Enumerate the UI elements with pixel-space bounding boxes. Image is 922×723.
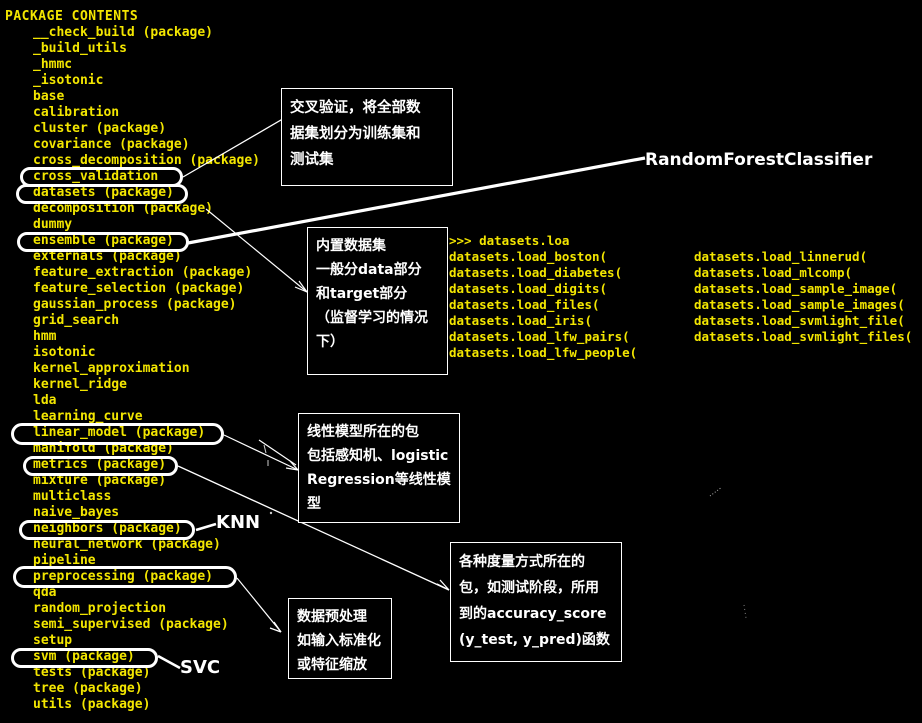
- note-preprocessing: 数据预处理如输入标准化 或特征缩放: [288, 598, 392, 679]
- package-list-item: covariance (package): [33, 137, 190, 152]
- note-line: 型: [307, 496, 321, 512]
- package-list-item: feature_selection (package): [33, 281, 245, 296]
- note-line: 如输入标准化: [297, 633, 381, 649]
- package-list-item: _build_utils: [33, 41, 127, 56]
- note-line: 各种度量方式所在的: [459, 554, 585, 570]
- page-title: PACKAGE CONTENTS: [5, 9, 139, 24]
- console-completion-item: datasets.load_boston(: [449, 249, 608, 264]
- note-line: 据集划分为训练集和: [290, 126, 421, 142]
- screenshot-root: PACKAGE CONTENTS __check_build (package)…: [0, 0, 922, 723]
- console-completions-left: >>> datasets.loa datasets.load_boston(dat…: [449, 233, 637, 361]
- note-datasets: 内置数据集一般分data部分 和target部分 （监督学习的情况 下）: [307, 227, 448, 375]
- package-list-item: isotonic: [33, 345, 96, 360]
- package-list-item: __check_build (package): [33, 25, 214, 40]
- package-list-item: hmm: [33, 329, 57, 344]
- console-completion-item: datasets.load_linnerud(: [694, 249, 868, 264]
- console-completion-item: datasets.load_svmlight_files(: [694, 329, 913, 344]
- package-list-item: base: [33, 89, 65, 104]
- console-completion-item: datasets.load_diabetes(: [449, 265, 623, 280]
- note-line: 和target部分: [316, 286, 408, 302]
- note-metrics: 各种度量方式所在的 包，如测试阶段，所用 到的accuracy_score (y_te…: [450, 542, 622, 662]
- note-cross-validation: 交叉验证，将全部数 据集划分为训练集和 测试集: [281, 88, 453, 186]
- package-list-item: dummy: [33, 217, 73, 232]
- package-list-item: utils (package): [33, 697, 151, 712]
- package-list-item: _isotonic: [33, 73, 104, 88]
- package-list-item: gaussian_process (package): [33, 297, 237, 312]
- package-list-item: calibration: [33, 105, 120, 120]
- package-list: __check_build (package) _build_utils _hmmc…: [33, 25, 260, 713]
- label-knn: KNN: [216, 512, 261, 533]
- highlight-svm: [11, 648, 158, 668]
- note-line: 交叉验证，将全部数: [290, 100, 421, 116]
- label-random-forest-classifier: RandomForestClassifier: [645, 150, 873, 170]
- note-linear-model: 线性模型所在的包包括感知机、logistic Regression等线性模型: [298, 413, 460, 523]
- package-list-item: multiclass: [33, 489, 112, 504]
- note-line: 到的accuracy_score: [459, 606, 607, 622]
- note-line: 一般分data部分: [316, 262, 422, 278]
- note-line: （监督学习的情况: [316, 310, 428, 326]
- package-list-item: grid_search: [33, 313, 120, 328]
- package-list-item: tree (package): [33, 681, 143, 696]
- note-line: 数据预处理: [297, 609, 367, 625]
- note-line: (y_test, y_pred)函数: [459, 632, 610, 648]
- package-list-item: feature_extraction (package): [33, 265, 253, 280]
- note-line: 包括感知机、logistic: [307, 448, 449, 464]
- console-completion-item: datasets.load_digits(: [449, 281, 608, 296]
- highlight-linear-model: [11, 423, 224, 445]
- note-line: 测试集: [290, 152, 334, 168]
- console-completion-item: datasets.load_mlcomp(: [694, 265, 853, 280]
- note-line: 包，如测试阶段，所用: [459, 580, 599, 596]
- package-list-item: semi_supervised (package): [33, 617, 229, 632]
- note-line: 或特征缩放: [297, 657, 367, 673]
- highlight-preprocessing: [13, 566, 237, 588]
- console-completion-item: datasets.load_files(: [449, 297, 600, 312]
- package-list-item: kernel_approximation: [33, 361, 190, 376]
- highlight-datasets: [16, 184, 188, 204]
- note-line: 内置数据集: [316, 238, 386, 254]
- package-list-item: cluster (package): [33, 121, 167, 136]
- console-completion-item: datasets.load_lfw_people(: [449, 345, 638, 360]
- console-completion-item: datasets.load_iris(: [449, 313, 592, 328]
- package-list-item: setup: [33, 633, 73, 648]
- console-completion-item: datasets.load_lfw_pairs(: [449, 329, 630, 344]
- console-completion-item: datasets.load_svmlight_file(: [694, 313, 905, 328]
- console-completion-item: datasets.load_sample_images(: [694, 297, 905, 312]
- note-line: 下）: [316, 334, 344, 350]
- package-list-item: lda: [33, 393, 57, 408]
- console-completion-item: datasets.load_sample_image(: [694, 281, 898, 296]
- highlight-ensemble: [17, 232, 189, 252]
- label-svc: SVC: [180, 657, 221, 678]
- note-line: 线性模型所在的包: [307, 424, 419, 440]
- note-line: Regression等线性模: [307, 472, 451, 488]
- highlight-neighbors: [19, 520, 195, 540]
- highlight-metrics: [23, 456, 178, 476]
- package-list-item: kernel_ridge: [33, 377, 127, 392]
- package-list-item: random_projection: [33, 601, 167, 616]
- console-prompt-line: >>> datasets.loa: [449, 233, 570, 248]
- package-list-item: _hmmc: [33, 57, 73, 72]
- console-completions-right: datasets.load_linnerud(datasets.load_mlc…: [694, 249, 912, 345]
